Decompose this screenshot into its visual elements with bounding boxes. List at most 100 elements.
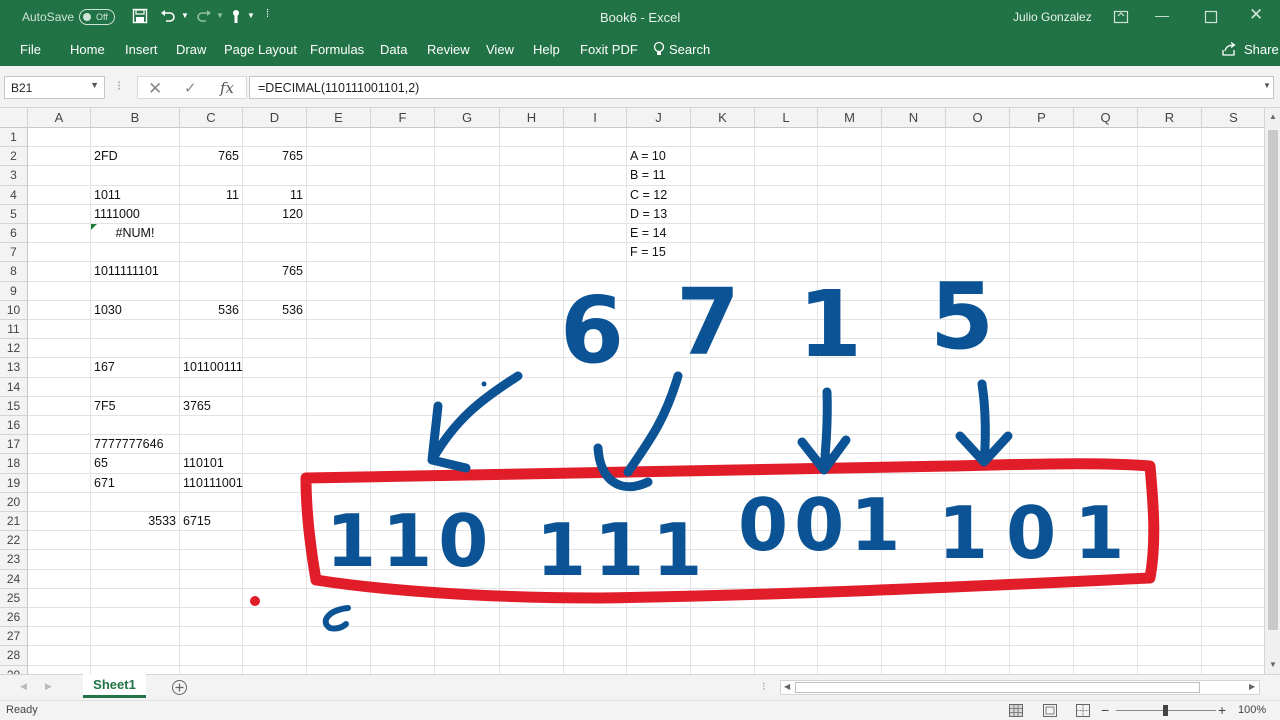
- cell-o29[interactable]: [946, 665, 1010, 674]
- cell-e29[interactable]: [307, 665, 371, 674]
- cell-b20[interactable]: [91, 492, 180, 512]
- cell-n4[interactable]: [882, 185, 946, 205]
- cell-k14[interactable]: [691, 377, 755, 397]
- cell-p18[interactable]: [1010, 454, 1074, 474]
- cell-c24[interactable]: [180, 569, 243, 589]
- cell-e12[interactable]: [307, 339, 371, 359]
- row-header-12[interactable]: 12: [0, 339, 28, 359]
- cell-c5[interactable]: [180, 204, 243, 224]
- scroll-up-icon[interactable]: ▲: [1269, 112, 1277, 121]
- cell-p14[interactable]: [1010, 377, 1074, 397]
- column-header-g[interactable]: G: [435, 108, 500, 128]
- cell-d16[interactable]: [243, 416, 307, 436]
- scroll-right-icon[interactable]: ▶: [1249, 682, 1255, 691]
- cell-p25[interactable]: [1010, 588, 1074, 608]
- cell-g20[interactable]: [435, 492, 500, 512]
- cell-h27[interactable]: [500, 627, 564, 647]
- cell-l13[interactable]: [755, 358, 818, 378]
- cell-b11[interactable]: [91, 320, 180, 340]
- cell-h4[interactable]: [500, 185, 564, 205]
- cell-g8[interactable]: [435, 262, 500, 282]
- cell-s21[interactable]: [1202, 512, 1264, 532]
- column-header-d[interactable]: D: [243, 108, 307, 128]
- cell-q22[interactable]: [1074, 531, 1138, 551]
- cell-a13[interactable]: [28, 358, 91, 378]
- cell-l1[interactable]: [755, 128, 818, 148]
- cell-k20[interactable]: [691, 492, 755, 512]
- cell-f13[interactable]: [371, 358, 435, 378]
- cell-m3[interactable]: [818, 166, 882, 186]
- cell-k27[interactable]: [691, 627, 755, 647]
- cell-c22[interactable]: [180, 531, 243, 551]
- cell-n12[interactable]: [882, 339, 946, 359]
- cell-h10[interactable]: [500, 300, 564, 320]
- cell-g13[interactable]: [435, 358, 500, 378]
- cell-d14[interactable]: [243, 377, 307, 397]
- cell-o4[interactable]: [946, 185, 1010, 205]
- cell-q11[interactable]: [1074, 320, 1138, 340]
- cell-f27[interactable]: [371, 627, 435, 647]
- cell-g23[interactable]: [435, 550, 500, 570]
- cell-n18[interactable]: [882, 454, 946, 474]
- cell-m5[interactable]: [818, 204, 882, 224]
- cell-i16[interactable]: [564, 416, 627, 436]
- cell-a20[interactable]: [28, 492, 91, 512]
- cell-k19[interactable]: [691, 473, 755, 493]
- cell-h9[interactable]: [500, 281, 564, 301]
- cell-r16[interactable]: [1138, 416, 1202, 436]
- cell-g21[interactable]: [435, 512, 500, 532]
- cell-o14[interactable]: [946, 377, 1010, 397]
- cell-q5[interactable]: [1074, 204, 1138, 224]
- cell-p27[interactable]: [1010, 627, 1074, 647]
- cell-j18[interactable]: [627, 454, 691, 474]
- cell-e10[interactable]: [307, 300, 371, 320]
- cell-k1[interactable]: [691, 128, 755, 148]
- cell-a5[interactable]: [28, 204, 91, 224]
- select-all-corner[interactable]: [0, 108, 28, 128]
- cell-p17[interactable]: [1010, 435, 1074, 455]
- cell-l2[interactable]: [755, 147, 818, 167]
- cell-b9[interactable]: [91, 281, 180, 301]
- cell-h6[interactable]: [500, 224, 564, 244]
- cell-p20[interactable]: [1010, 492, 1074, 512]
- cell-j26[interactable]: [627, 608, 691, 628]
- cell-e3[interactable]: [307, 166, 371, 186]
- cell-f24[interactable]: [371, 569, 435, 589]
- cell-e23[interactable]: [307, 550, 371, 570]
- cell-p2[interactable]: [1010, 147, 1074, 167]
- cell-b2[interactable]: 2FD: [91, 147, 180, 167]
- cell-a6[interactable]: [28, 224, 91, 244]
- cell-e20[interactable]: [307, 492, 371, 512]
- cell-g17[interactable]: [435, 435, 500, 455]
- tab-formulas[interactable]: Formulas: [310, 42, 364, 57]
- cell-p9[interactable]: [1010, 281, 1074, 301]
- row-header-29[interactable]: 29: [0, 665, 28, 674]
- cell-a11[interactable]: [28, 320, 91, 340]
- name-box[interactable]: B21 ▼: [4, 76, 105, 99]
- cell-a1[interactable]: [28, 128, 91, 148]
- cell-b13[interactable]: 167: [91, 358, 180, 378]
- search-box[interactable]: Search: [669, 42, 710, 57]
- cell-b24[interactable]: [91, 569, 180, 589]
- cell-e18[interactable]: [307, 454, 371, 474]
- cell-p26[interactable]: [1010, 608, 1074, 628]
- cell-o15[interactable]: [946, 396, 1010, 416]
- cell-s20[interactable]: [1202, 493, 1264, 512]
- cell-c3[interactable]: [180, 166, 243, 186]
- cell-b16[interactable]: [91, 416, 180, 436]
- cell-j9[interactable]: [627, 281, 691, 301]
- cell-a29[interactable]: [28, 665, 91, 674]
- cell-s18[interactable]: [1202, 454, 1264, 474]
- cell-n5[interactable]: [882, 204, 946, 224]
- cell-p24[interactable]: [1010, 569, 1074, 589]
- cell-s10[interactable]: [1202, 301, 1264, 320]
- cell-e22[interactable]: [307, 531, 371, 551]
- cell-d2[interactable]: 765: [243, 147, 307, 167]
- undo-dropdown-icon[interactable]: ▼: [181, 11, 189, 20]
- tab-draw[interactable]: Draw: [176, 42, 206, 57]
- cell-h21[interactable]: [500, 512, 564, 532]
- cell-d10[interactable]: 536: [243, 300, 307, 320]
- user-name[interactable]: Julio Gonzalez: [1013, 10, 1092, 24]
- cell-c14[interactable]: [180, 377, 243, 397]
- cell-o27[interactable]: [946, 627, 1010, 647]
